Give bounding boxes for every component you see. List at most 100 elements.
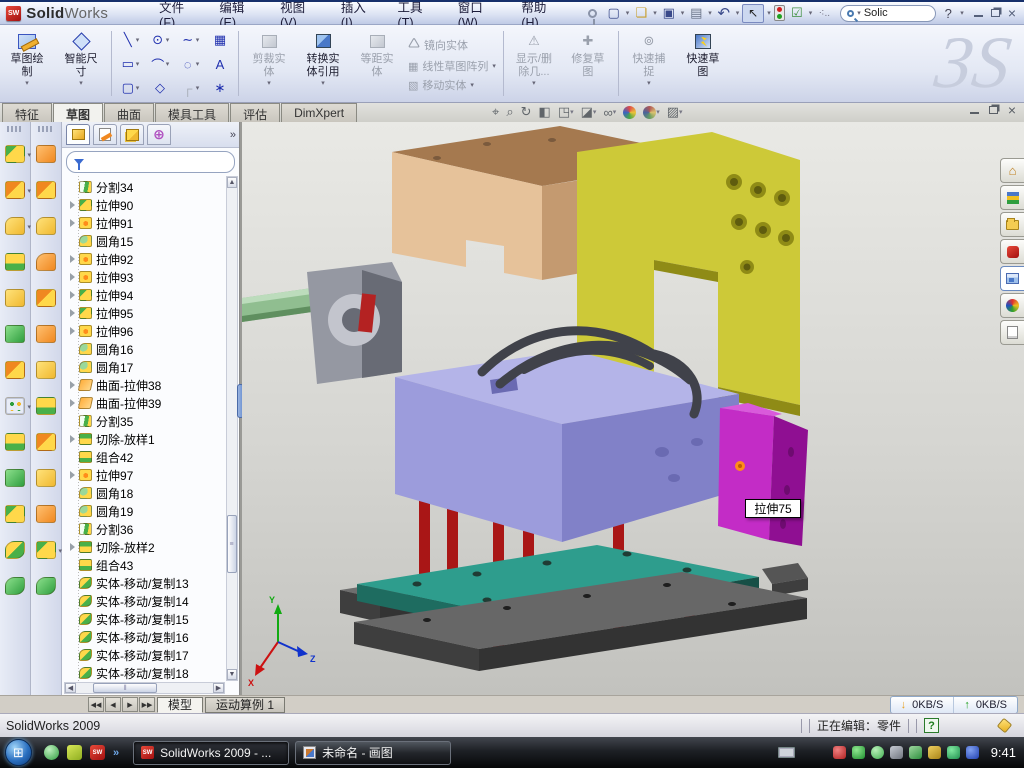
text-tool[interactable]: A bbox=[205, 57, 235, 72]
restore-icon[interactable] bbox=[991, 9, 1000, 17]
tab-mold-tools[interactable]: 模具工具 bbox=[155, 103, 229, 122]
overflow-icon[interactable]: ⁖.. bbox=[815, 4, 833, 22]
options-icon[interactable]: ☑ bbox=[788, 4, 806, 22]
ejector-rod-part[interactable] bbox=[242, 288, 312, 322]
shield-tray-icon[interactable] bbox=[947, 746, 960, 759]
combine-icon[interactable] bbox=[5, 433, 25, 451]
tab-dimxpert[interactable]: DimXpert bbox=[281, 103, 357, 122]
chamfer-icon[interactable] bbox=[5, 253, 25, 271]
dome-icon[interactable] bbox=[36, 505, 56, 523]
tree-item[interactable]: 曲面-拉伸39 bbox=[62, 394, 239, 412]
expand-arrow-icon[interactable] bbox=[70, 201, 75, 209]
tree-item[interactable]: 拉伸92 bbox=[62, 250, 239, 268]
next-tab-icon[interactable]: ▶ bbox=[122, 697, 138, 712]
tree-item[interactable]: 拉伸95 bbox=[62, 304, 239, 322]
point-tool[interactable]: ∗ bbox=[205, 80, 235, 96]
expand-arrow-icon[interactable] bbox=[70, 399, 75, 407]
print-dropdown-icon[interactable]: ▾ bbox=[708, 9, 712, 17]
hole-wizard-icon[interactable] bbox=[5, 361, 25, 379]
curve-icon[interactable] bbox=[5, 577, 25, 595]
mirror-feature-icon[interactable] bbox=[36, 469, 56, 487]
graphics-viewport[interactable]: Y X Z 拉伸75 ⌂ bbox=[242, 122, 1024, 695]
tree-item[interactable]: 分割36 bbox=[62, 520, 239, 538]
design-library-button[interactable] bbox=[1000, 185, 1024, 210]
motion-study-tab[interactable]: 运动算例 1 bbox=[205, 697, 285, 713]
print-icon[interactable]: ▤ bbox=[687, 4, 705, 22]
sketch-button[interactable]: 草图绘 制▾ bbox=[0, 25, 54, 102]
display-delete-relations-button[interactable]: ⚠ 显示/删 除几...▾ bbox=[507, 25, 561, 102]
tags-icon[interactable] bbox=[997, 718, 1012, 733]
messenger-icon[interactable] bbox=[44, 745, 59, 760]
minimize-icon[interactable] bbox=[974, 9, 983, 17]
move-entities-button[interactable]: ▧移动实体▾ bbox=[408, 77, 496, 93]
sketch-fillet-tool[interactable]: ┌▾ bbox=[175, 81, 205, 96]
slide-block-part[interactable] bbox=[718, 403, 808, 546]
tab-features[interactable]: 特征 bbox=[2, 103, 52, 122]
view-palette-button[interactable] bbox=[1000, 266, 1024, 291]
spline-curve-icon[interactable] bbox=[36, 577, 56, 595]
model-canvas[interactable]: Y X Z bbox=[242, 122, 1024, 695]
scroll-left-icon[interactable]: ◀ bbox=[65, 683, 76, 693]
scroll-up-icon[interactable]: ▲ bbox=[227, 177, 237, 188]
help-icon[interactable]: ? bbox=[939, 4, 957, 22]
tree-item[interactable]: 圆角18 bbox=[62, 484, 239, 502]
swept-boss-icon[interactable] bbox=[36, 145, 56, 163]
search-input[interactable]: Solic bbox=[864, 7, 888, 19]
tree-item[interactable]: 拉伸93 bbox=[62, 268, 239, 286]
new-document-icon[interactable]: ▢ bbox=[605, 4, 623, 22]
wrap-icon[interactable]: ▾ bbox=[36, 541, 56, 559]
tree-item[interactable]: 圆角15 bbox=[62, 232, 239, 250]
rib-icon[interactable] bbox=[36, 361, 56, 379]
expand-arrow-icon[interactable] bbox=[70, 327, 75, 335]
apply-scene-icon[interactable]: ▾ bbox=[643, 106, 660, 119]
tree-vertical-scrollbar[interactable]: ▲ ≡ ▼ bbox=[226, 176, 238, 681]
expand-arrow-icon[interactable] bbox=[70, 381, 75, 389]
last-tab-icon[interactable]: ▶▶ bbox=[139, 697, 155, 712]
zoom-area-icon[interactable]: ⌕ bbox=[506, 104, 513, 120]
model-tab[interactable]: 模型 bbox=[157, 697, 203, 713]
tab-sketch[interactable]: 草图 bbox=[53, 103, 103, 122]
tree-item[interactable]: 拉伸94 bbox=[62, 286, 239, 304]
fillet-icon[interactable]: ▾ bbox=[5, 217, 25, 235]
scroll-right-icon[interactable]: ▶ bbox=[213, 683, 224, 693]
warning-tray-icon[interactable] bbox=[928, 746, 941, 759]
draft-icon[interactable] bbox=[5, 505, 25, 523]
expand-arrow-icon[interactable] bbox=[70, 273, 75, 281]
tree-item[interactable]: 实体-移动/复制17 bbox=[62, 646, 239, 664]
edit-appearance-icon[interactable] bbox=[623, 106, 636, 119]
undo-dropdown-icon[interactable]: ▾ bbox=[736, 9, 740, 17]
expand-arrow-icon[interactable] bbox=[70, 471, 75, 479]
prev-tab-icon[interactable]: ◀ bbox=[105, 697, 121, 712]
tree-item[interactable]: 拉伸90 bbox=[62, 196, 239, 214]
mirror-entities-button[interactable]: 🛆镜向实体 bbox=[408, 34, 496, 55]
extruded-cut-icon[interactable]: ▾ bbox=[5, 181, 25, 199]
first-tab-icon[interactable]: ◀◀ bbox=[88, 697, 104, 712]
revolved-cut-icon[interactable] bbox=[5, 325, 25, 343]
select-dropdown-icon[interactable]: ▾ bbox=[767, 9, 771, 17]
loft-icon[interactable] bbox=[36, 253, 56, 271]
rebuild-icon[interactable] bbox=[774, 5, 785, 21]
select-tool-button[interactable]: ↖ bbox=[742, 4, 764, 23]
expand-arrow-icon[interactable] bbox=[70, 219, 75, 227]
tree-item[interactable]: 圆角17 bbox=[62, 358, 239, 376]
search-box[interactable]: ▾ Solic bbox=[840, 5, 936, 22]
expand-arrow-icon[interactable] bbox=[70, 435, 75, 443]
tree-item[interactable]: 切除-放样1 bbox=[62, 430, 239, 448]
circle-tool[interactable]: ⊙▾ bbox=[145, 32, 175, 48]
tree-item[interactable]: 分割34 bbox=[62, 178, 239, 196]
featuremanager-tab[interactable] bbox=[66, 124, 90, 145]
tree-item[interactable]: 曲面-拉伸38 bbox=[62, 376, 239, 394]
options-dropdown-icon[interactable]: ▾ bbox=[809, 9, 813, 17]
resources-button[interactable]: ⌂ bbox=[1000, 158, 1024, 183]
taskbar-window-paint[interactable]: 未命名 - 画图 bbox=[295, 741, 451, 765]
doc-minimize-icon[interactable] bbox=[970, 106, 979, 114]
save-icon[interactable]: ▣ bbox=[660, 4, 678, 22]
split-icon[interactable] bbox=[5, 469, 25, 487]
custom-properties-button[interactable] bbox=[1000, 320, 1024, 345]
tree-item[interactable]: 切除-放样2 bbox=[62, 538, 239, 556]
start-button[interactable]: ⊞ bbox=[5, 739, 32, 766]
surface-icon[interactable] bbox=[36, 397, 56, 415]
tree-item[interactable]: 拉伸96 bbox=[62, 322, 239, 340]
linear-pattern-button[interactable]: ▦线性草图阵列▾ bbox=[408, 58, 496, 74]
arc-tool[interactable]: ⌒▾ bbox=[145, 55, 175, 74]
